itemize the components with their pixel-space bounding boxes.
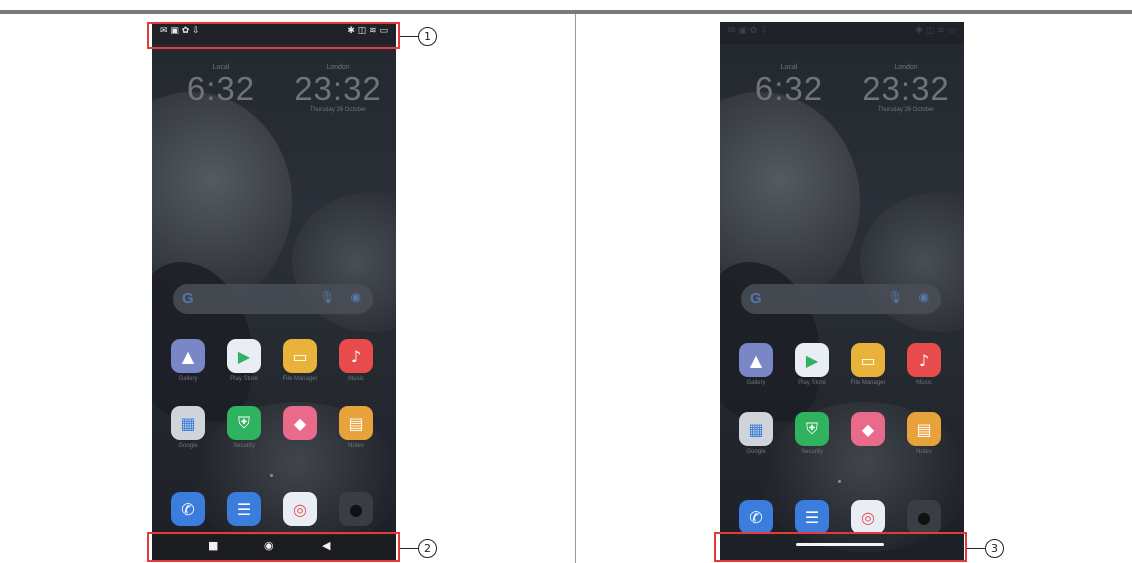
clock-widget-local[interactable]: Local 6:32 [176,64,266,107]
app-security[interactable]: ⛨ Security [227,406,261,449]
dock-chrome[interactable]: ◎ [283,492,317,526]
dock-messages[interactable]: ☰ [227,492,261,526]
callout-leader [400,548,418,549]
top-rule [0,10,1132,14]
google-search-bar[interactable]: G 🎙 ◉ [741,284,941,314]
music-icon: ♪ [339,339,373,373]
google-icon: G [750,290,762,307]
callout-marker: 2 [418,539,437,558]
clock-date: Thursday 26 October [309,107,367,113]
app-label: Play Store [798,380,826,386]
clock-time: 6:32 [754,70,824,107]
highlight-gesture-bar [714,532,967,562]
shield-icon: ⛨ [795,412,829,446]
app-music[interactable]: ♪ Music [339,339,373,382]
notification-icons: ✉ ▣ ✿ ⇩ [728,26,768,36]
app-label: Music [916,380,932,386]
music-icon: ♪ [907,343,941,377]
diamond-icon: ◆ [283,406,317,440]
app-label: Google [746,449,766,455]
lens-icon[interactable]: ◉ [919,290,929,304]
app-gallery[interactable]: ▲ Gallery [171,339,205,382]
diamond-icon: ◆ [851,412,885,446]
dock-camera[interactable]: ● [339,492,373,526]
messages-icon: ☰ [227,492,261,526]
app-folder-google[interactable]: ▦ Google [739,412,773,455]
gallery-icon: ▲ [739,343,773,377]
dock-chrome[interactable]: ◎ [851,500,885,534]
dock-messages[interactable]: ☰ [795,500,829,534]
app-music[interactable]: ♪ Music [907,343,941,386]
app-play-store[interactable]: ▶ Play Store [227,339,261,382]
phone-icon: ✆ [739,500,773,534]
notes-icon: ▤ [907,412,941,446]
panel-divider [575,14,576,563]
page-indicator [838,480,841,483]
app-label: File Manager [850,380,886,386]
folder-grid-icon: ▦ [171,406,205,440]
shield-icon: ⛨ [227,406,261,440]
microphone-icon[interactable]: 🎙 [320,290,335,304]
app-label: Gallery [746,380,766,386]
folder-icon: ▭ [851,343,885,377]
app-themes[interactable]: ◆ [283,406,317,443]
callout-leader [400,36,418,37]
phone-icon: ✆ [171,492,205,526]
callout-marker: 1 [418,27,437,46]
app-security[interactable]: ⛨ Security [795,412,829,455]
app-label: Security [233,443,255,449]
page-indicator [270,474,273,477]
app-label: Security [801,449,823,455]
status-bar: ✉ ▣ ✿ ⇩ ✱ ◫ ≋ ▭ [720,22,964,44]
app-label: Gallery [178,376,198,382]
clock-widget-london[interactable]: London 23:32 Thursday 26 October [856,64,956,113]
folder-grid-icon: ▦ [739,412,773,446]
app-file-manager[interactable]: ▭ File Manager [850,343,886,386]
clock-date: Thursday 26 October [877,107,935,113]
app-folder-google[interactable]: ▦ Google [171,406,205,449]
app-label: Music [348,376,364,382]
app-themes[interactable]: ◆ [851,412,885,449]
app-label: Play Store [230,376,258,382]
google-search-bar[interactable]: G 🎙 ◉ [173,284,373,314]
camera-icon: ● [907,500,941,534]
dock-phone[interactable]: ✆ [739,500,773,534]
clock-widget-london[interactable]: London 23:32 Thursday 26 October [288,64,388,113]
clock-time: 23:32 [862,70,950,107]
app-label: Notes [916,449,932,455]
callout-marker: 3 [985,539,1004,558]
camera-icon: ● [339,492,373,526]
clock-time: 23:32 [294,70,382,107]
app-label: Notes [348,443,364,449]
app-play-store[interactable]: ▶ Play Store [795,343,829,386]
folder-icon: ▭ [283,339,317,373]
phone-screen-gesture-nav: ✉ ▣ ✿ ⇩ ✱ ◫ ≋ ▭ Local 6:32 London 23:32 … [720,22,964,561]
gallery-icon: ▲ [171,339,205,373]
microphone-icon[interactable]: 🎙 [888,290,903,304]
highlight-navigation-buttons [147,532,400,562]
google-icon: G [182,290,194,307]
phone-screen-three-button-nav: ✉ ▣ ✿ ⇩ ✱ ◫ ≋ ▭ Local 6:32 London 23:32 … [152,22,396,561]
app-file-manager[interactable]: ▭ File Manager [282,339,318,382]
app-label: File Manager [282,376,318,382]
system-icons: ✱ ◫ ≋ ▭ [915,26,956,36]
play-store-icon: ▶ [227,339,261,373]
clock-widget-local[interactable]: Local 6:32 [744,64,834,107]
callout-leader [967,548,985,549]
app-notes[interactable]: ▤ Notes [339,406,373,449]
notes-icon: ▤ [339,406,373,440]
dock-phone[interactable]: ✆ [171,492,205,526]
messages-icon: ☰ [795,500,829,534]
app-gallery[interactable]: ▲ Gallery [739,343,773,386]
app-notes[interactable]: ▤ Notes [907,412,941,455]
dock-camera[interactable]: ● [907,500,941,534]
play-store-icon: ▶ [795,343,829,377]
chrome-icon: ◎ [283,492,317,526]
clock-time: 6:32 [186,70,256,107]
highlight-status-bar [147,22,400,49]
chrome-icon: ◎ [851,500,885,534]
app-label: Google [178,443,198,449]
lens-icon[interactable]: ◉ [351,290,361,304]
